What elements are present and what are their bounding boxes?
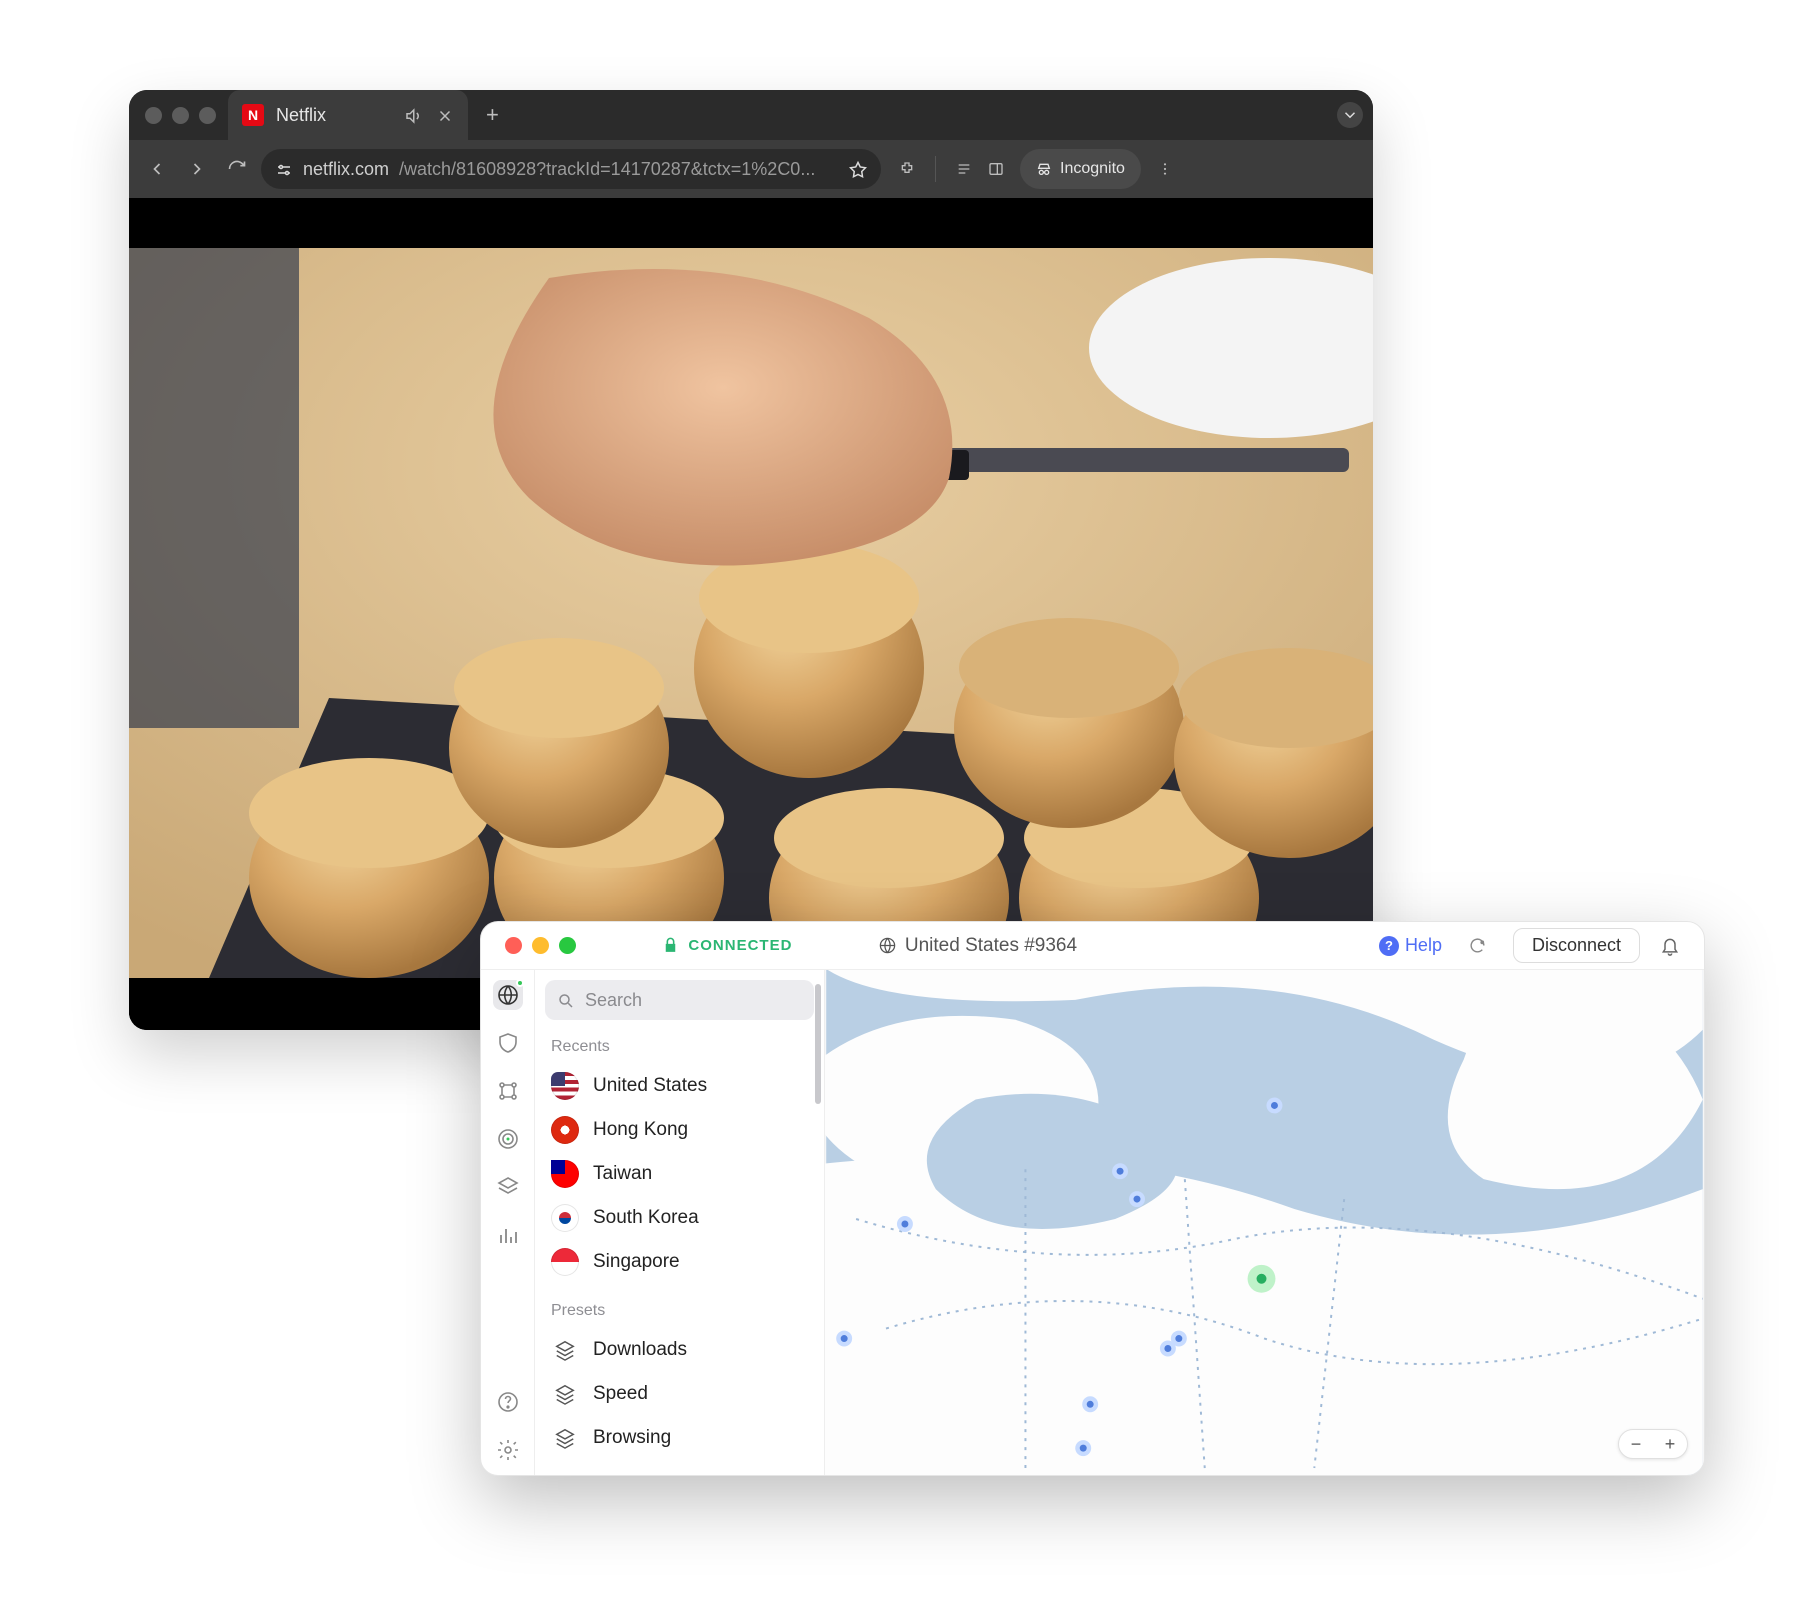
close-tab-icon[interactable] (436, 105, 454, 126)
search-icon (557, 990, 575, 1011)
sidebar-settings[interactable] (493, 1435, 523, 1465)
mac-traffic-lights[interactable] (145, 107, 216, 124)
address-bar[interactable]: netflix.com/watch/81608928?trackId=14170… (261, 149, 881, 189)
sidebar-radar[interactable] (493, 1124, 523, 1154)
video-frame-image (129, 198, 1373, 1030)
recent-item-us[interactable]: United States (545, 1064, 814, 1108)
tab-list-dropdown[interactable] (1337, 102, 1363, 128)
recent-item-kr[interactable]: South Korea (545, 1196, 814, 1240)
browser-toolbar: netflix.com/watch/81608928?trackId=14170… (129, 140, 1373, 198)
recents-heading: Recents (551, 1038, 808, 1056)
browser-tab-strip: N Netflix + (129, 90, 1373, 140)
browser-tab-netflix[interactable]: N Netflix (228, 90, 468, 140)
divider (935, 156, 936, 182)
lock-icon (661, 935, 680, 957)
vpn-titlebar: CONNECTED United States #9364 ? Help Disc… (481, 922, 1704, 970)
incognito-badge[interactable]: Incognito (1020, 149, 1141, 189)
chrome-browser-window: N Netflix + netflix.com/watch/81608928?t… (129, 90, 1373, 1030)
search-placeholder: Search (585, 990, 642, 1011)
help-icon: ? (1379, 936, 1399, 956)
new-tab-button[interactable]: + (478, 98, 507, 132)
maximize-window-dot[interactable] (559, 937, 576, 954)
incognito-icon (1036, 160, 1052, 178)
flag-icon-hk (551, 1116, 579, 1144)
preset-item-downloads[interactable]: Downloads (545, 1328, 814, 1372)
layers-icon (551, 1424, 579, 1452)
disconnect-button[interactable]: Disconnect (1513, 928, 1640, 963)
connection-status: CONNECTED (688, 937, 792, 954)
tab-title: Netflix (276, 105, 392, 126)
vpn-app-window: CONNECTED United States #9364 ? Help Disc… (480, 921, 1705, 1476)
search-input[interactable]: Search (545, 980, 814, 1020)
preset-item-browsing[interactable]: Browsing (545, 1416, 814, 1460)
extensions-icon[interactable] (899, 160, 915, 178)
url-path: /watch/81608928?trackId=14170287&tctx=1%… (399, 159, 815, 180)
close-window-dot[interactable] (505, 937, 522, 954)
preset-item-label: Browsing (593, 1427, 671, 1449)
browser-menu-icon[interactable] (1157, 160, 1173, 178)
vpn-traffic-lights[interactable] (505, 937, 576, 954)
server-name: United States #9364 (905, 935, 1077, 957)
recent-item-hk[interactable]: Hong Kong (545, 1108, 814, 1152)
preset-item-label: Downloads (593, 1339, 687, 1361)
current-server[interactable]: United States #9364 (878, 935, 1077, 957)
server-list-panel: Search Recents United States Hong Kong Tai… (535, 970, 825, 1475)
recent-item-tw[interactable]: Taiwan (545, 1152, 814, 1196)
globe-icon (878, 935, 897, 957)
incognito-label: Incognito (1060, 160, 1125, 178)
refresh-icon[interactable] (1468, 935, 1487, 957)
flag-icon-us (551, 1072, 579, 1100)
video-player[interactable] (129, 198, 1373, 1030)
close-window-dot[interactable] (145, 107, 162, 124)
help-label: Help (1405, 935, 1442, 956)
sidebar-security[interactable] (493, 1028, 523, 1058)
sidebar-stats[interactable] (493, 1220, 523, 1250)
recent-item-label: Singapore (593, 1251, 680, 1273)
minimize-window-dot[interactable] (532, 937, 549, 954)
map-canvas (825, 970, 1704, 1475)
recent-item-label: Hong Kong (593, 1119, 688, 1141)
server-map[interactable]: − + (825, 970, 1704, 1475)
layers-icon (551, 1336, 579, 1364)
sidebar-mesh[interactable] (493, 1076, 523, 1106)
netflix-favicon: N (242, 104, 264, 126)
maximize-window-dot[interactable] (199, 107, 216, 124)
forward-button[interactable] (181, 159, 213, 179)
zoom-out-button[interactable]: − (1631, 1434, 1642, 1455)
audio-playing-icon[interactable] (404, 105, 422, 126)
minimize-window-dot[interactable] (172, 107, 189, 124)
zoom-in-button[interactable]: + (1665, 1434, 1676, 1455)
flag-icon-sg (551, 1248, 579, 1276)
scrollbar[interactable] (815, 984, 821, 1104)
sidebar-support[interactable] (493, 1387, 523, 1417)
flag-icon-tw (551, 1160, 579, 1188)
flag-icon-kr (551, 1204, 579, 1232)
bookmark-star-icon[interactable] (849, 159, 867, 180)
url-host: netflix.com (303, 159, 389, 180)
map-zoom-control[interactable]: − + (1618, 1429, 1688, 1459)
layers-icon (551, 1380, 579, 1408)
sidebar-presets[interactable] (493, 1172, 523, 1202)
reload-button[interactable] (221, 159, 253, 179)
recent-item-sg[interactable]: Singapore (545, 1240, 814, 1284)
recent-item-label: South Korea (593, 1207, 699, 1229)
recent-item-label: United States (593, 1075, 707, 1097)
vpn-sidebar (481, 970, 535, 1475)
notifications-icon[interactable] (1654, 934, 1686, 957)
site-settings-icon[interactable] (275, 159, 293, 180)
reading-list-icon[interactable] (956, 160, 972, 178)
presets-heading: Presets (551, 1302, 808, 1320)
recent-item-label: Taiwan (593, 1163, 652, 1185)
preset-item-label: Speed (593, 1383, 648, 1405)
back-button[interactable] (141, 159, 173, 179)
side-panel-icon[interactable] (988, 160, 1004, 178)
sidebar-countries[interactable] (493, 980, 523, 1010)
preset-item-speed[interactable]: Speed (545, 1372, 814, 1416)
help-link[interactable]: ? Help (1379, 935, 1442, 956)
